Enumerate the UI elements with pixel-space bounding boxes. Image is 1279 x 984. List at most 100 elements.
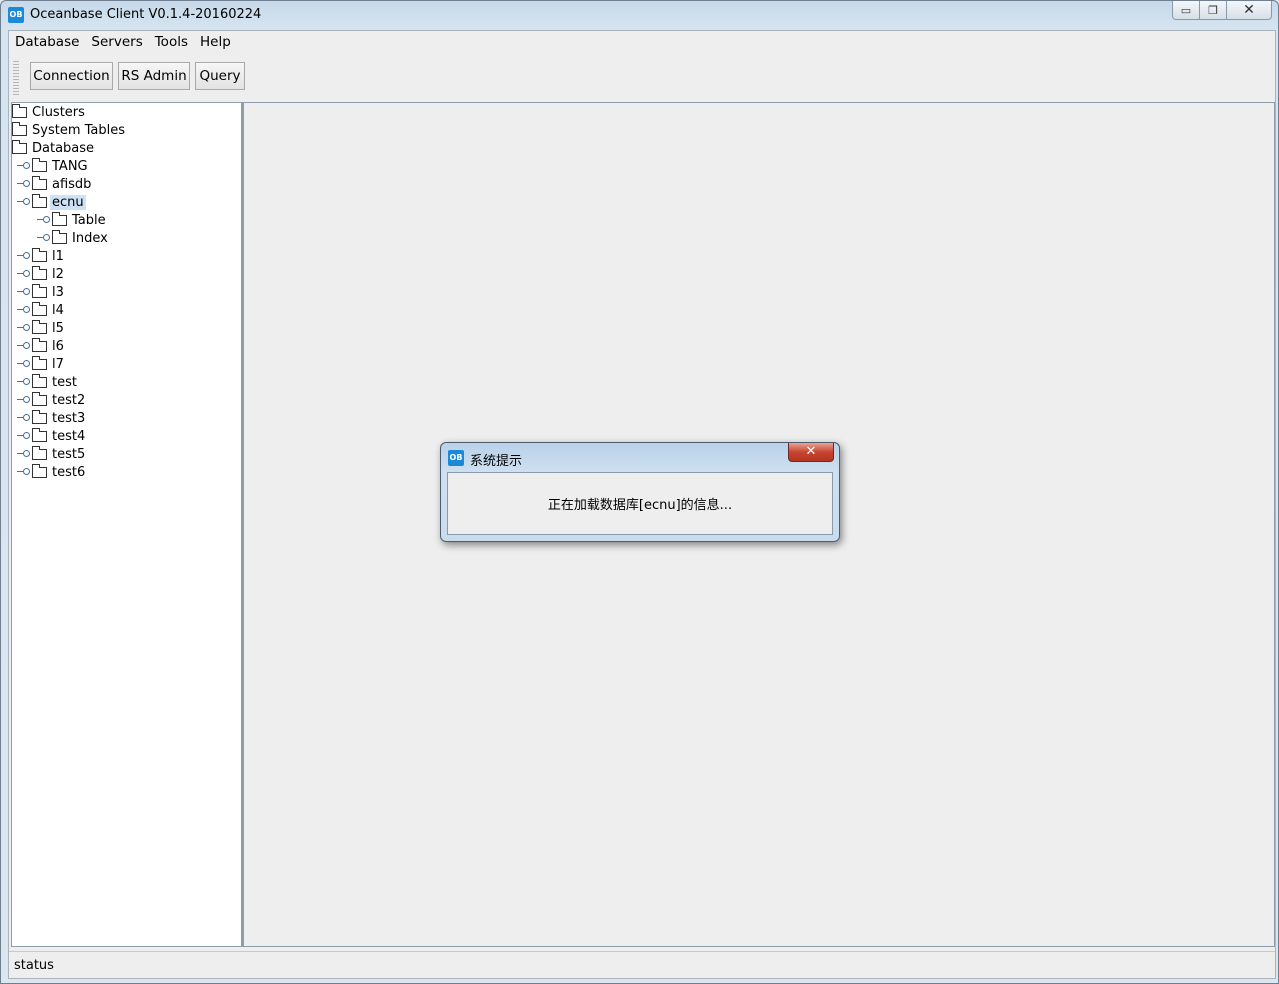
folder-icon bbox=[32, 283, 47, 298]
toolbar-grip-handle[interactable] bbox=[13, 59, 19, 95]
expand-handle-icon[interactable] bbox=[17, 265, 31, 283]
folder-icon bbox=[32, 175, 47, 190]
dialog-message: 正在加载数据库[ecnu]的信息... bbox=[547, 498, 733, 513]
tree-node-label: afisdb bbox=[52, 176, 92, 192]
maximize-button[interactable]: ❐ bbox=[1200, 1, 1227, 20]
tree-node-label: l1 bbox=[52, 248, 64, 264]
tree-node-db[interactable]: l3 bbox=[32, 283, 66, 301]
expand-handle-icon[interactable] bbox=[17, 373, 31, 391]
tree-node-system-tables[interactable]: System Tables bbox=[12, 121, 127, 139]
app-icon: OB bbox=[8, 7, 24, 23]
expand-handle-icon[interactable] bbox=[17, 319, 31, 337]
tree-node-label: test3 bbox=[52, 410, 86, 426]
folder-icon bbox=[32, 301, 47, 316]
folder-icon bbox=[32, 427, 47, 442]
expand-handle-icon[interactable] bbox=[17, 175, 31, 193]
minimize-icon: ▭ bbox=[1180, 3, 1192, 17]
tree-node-label: System Tables bbox=[32, 122, 125, 138]
tree-node-db[interactable]: l6 bbox=[32, 337, 66, 355]
expand-handle-icon[interactable] bbox=[17, 409, 31, 427]
tree-node-label: ecnu bbox=[50, 194, 86, 210]
folder-icon bbox=[32, 247, 47, 262]
tree-node-db[interactable]: test6 bbox=[32, 463, 87, 481]
tree-node-label: test6 bbox=[52, 464, 86, 480]
title-bar[interactable]: OB Oceanbase Client V0.1.4-20160224 ▭ ❐ … bbox=[1, 1, 1278, 29]
tree-node-db[interactable]: l4 bbox=[32, 301, 66, 319]
tree-node-label: Database bbox=[32, 140, 95, 156]
expand-handle-icon[interactable] bbox=[17, 283, 31, 301]
tree-node-index[interactable]: Index bbox=[52, 229, 110, 247]
connection-button[interactable]: Connection bbox=[30, 62, 113, 90]
window-title: Oceanbase Client V0.1.4-20160224 bbox=[30, 7, 262, 22]
tree-node-label: test bbox=[52, 374, 77, 390]
menu-servers[interactable]: Servers bbox=[85, 31, 148, 53]
minimize-button[interactable]: ▭ bbox=[1172, 1, 1200, 20]
tree-node-db[interactable]: l5 bbox=[32, 319, 66, 337]
folder-icon bbox=[32, 445, 47, 460]
tree-node-db[interactable]: l2 bbox=[32, 265, 66, 283]
tree-node-label: l7 bbox=[52, 356, 64, 372]
tree-node-db[interactable]: test5 bbox=[32, 445, 87, 463]
tree-node-clusters[interactable]: Clusters bbox=[12, 103, 87, 121]
tree-node-label: Table bbox=[72, 212, 106, 228]
tree-node-db[interactable]: l1 bbox=[32, 247, 66, 265]
tree-node-db[interactable]: test bbox=[32, 373, 79, 391]
expand-handle-icon[interactable] bbox=[17, 247, 31, 265]
expand-handle-icon[interactable] bbox=[37, 211, 51, 229]
expand-handle-icon[interactable] bbox=[37, 229, 51, 247]
expand-handle-icon[interactable] bbox=[17, 391, 31, 409]
folder-icon bbox=[32, 265, 47, 280]
app-icon: OB bbox=[448, 450, 464, 466]
close-window-button[interactable]: ✕ bbox=[1227, 1, 1272, 20]
expand-handle-icon[interactable] bbox=[17, 355, 31, 373]
folder-icon bbox=[32, 355, 47, 370]
tree-node-db[interactable]: TANG bbox=[32, 157, 90, 175]
tree-node-db[interactable]: afisdb bbox=[32, 175, 93, 193]
menu-help[interactable]: Help bbox=[194, 31, 237, 53]
tree-node-table[interactable]: Table bbox=[52, 211, 108, 229]
folder-icon bbox=[32, 157, 47, 172]
tree-node-db[interactable]: test4 bbox=[32, 427, 87, 445]
tree-node-label: l3 bbox=[52, 284, 64, 300]
tree-node-label: l5 bbox=[52, 320, 64, 336]
folder-icon bbox=[12, 103, 27, 118]
tree-node-db-selected[interactable]: ecnu bbox=[32, 193, 86, 211]
menu-tools[interactable]: Tools bbox=[149, 31, 194, 53]
expand-handle-icon[interactable] bbox=[17, 427, 31, 445]
tree-node-label: TANG bbox=[52, 158, 88, 174]
database-tree[interactable]: Clusters System Tables Database TANG afi… bbox=[11, 102, 242, 947]
tree-node-database[interactable]: Database bbox=[12, 139, 96, 157]
query-button[interactable]: Query bbox=[195, 62, 245, 90]
folder-icon bbox=[32, 337, 47, 352]
expand-handle-icon[interactable] bbox=[17, 157, 31, 175]
rs-admin-button[interactable]: RS Admin bbox=[118, 62, 190, 90]
folder-icon bbox=[12, 139, 27, 154]
tree-node-db[interactable]: l7 bbox=[32, 355, 66, 373]
collapse-handle-icon[interactable] bbox=[17, 193, 31, 211]
tree-node-label: test5 bbox=[52, 446, 86, 462]
tree-node-label: l2 bbox=[52, 266, 64, 282]
menu-database[interactable]: Database bbox=[9, 31, 85, 53]
dialog-body: 正在加载数据库[ecnu]的信息... bbox=[447, 472, 833, 535]
expand-handle-icon[interactable] bbox=[17, 337, 31, 355]
expand-handle-icon[interactable] bbox=[17, 463, 31, 481]
status-bar: status bbox=[9, 951, 1275, 978]
tree-node-db[interactable]: test3 bbox=[32, 409, 87, 427]
folder-icon bbox=[52, 211, 67, 226]
tree-node-label: Clusters bbox=[32, 104, 85, 120]
folder-icon bbox=[52, 229, 67, 244]
expand-handle-icon[interactable] bbox=[17, 445, 31, 463]
expand-handle-icon[interactable] bbox=[17, 301, 31, 319]
tree-node-db[interactable]: test2 bbox=[32, 391, 87, 409]
close-icon: ✕ bbox=[1243, 2, 1255, 18]
folder-icon bbox=[12, 121, 27, 136]
folder-icon bbox=[32, 409, 47, 424]
system-prompt-dialog: OB 系统提示 ✕ 正在加载数据库[ecnu]的信息... bbox=[440, 442, 840, 542]
dialog-close-button[interactable]: ✕ bbox=[788, 443, 834, 462]
folder-icon bbox=[32, 463, 47, 478]
folder-icon bbox=[32, 391, 47, 406]
tree-node-label: l6 bbox=[52, 338, 64, 354]
close-icon: ✕ bbox=[805, 444, 817, 459]
tree-node-label: test4 bbox=[52, 428, 86, 444]
folder-icon bbox=[32, 319, 47, 334]
